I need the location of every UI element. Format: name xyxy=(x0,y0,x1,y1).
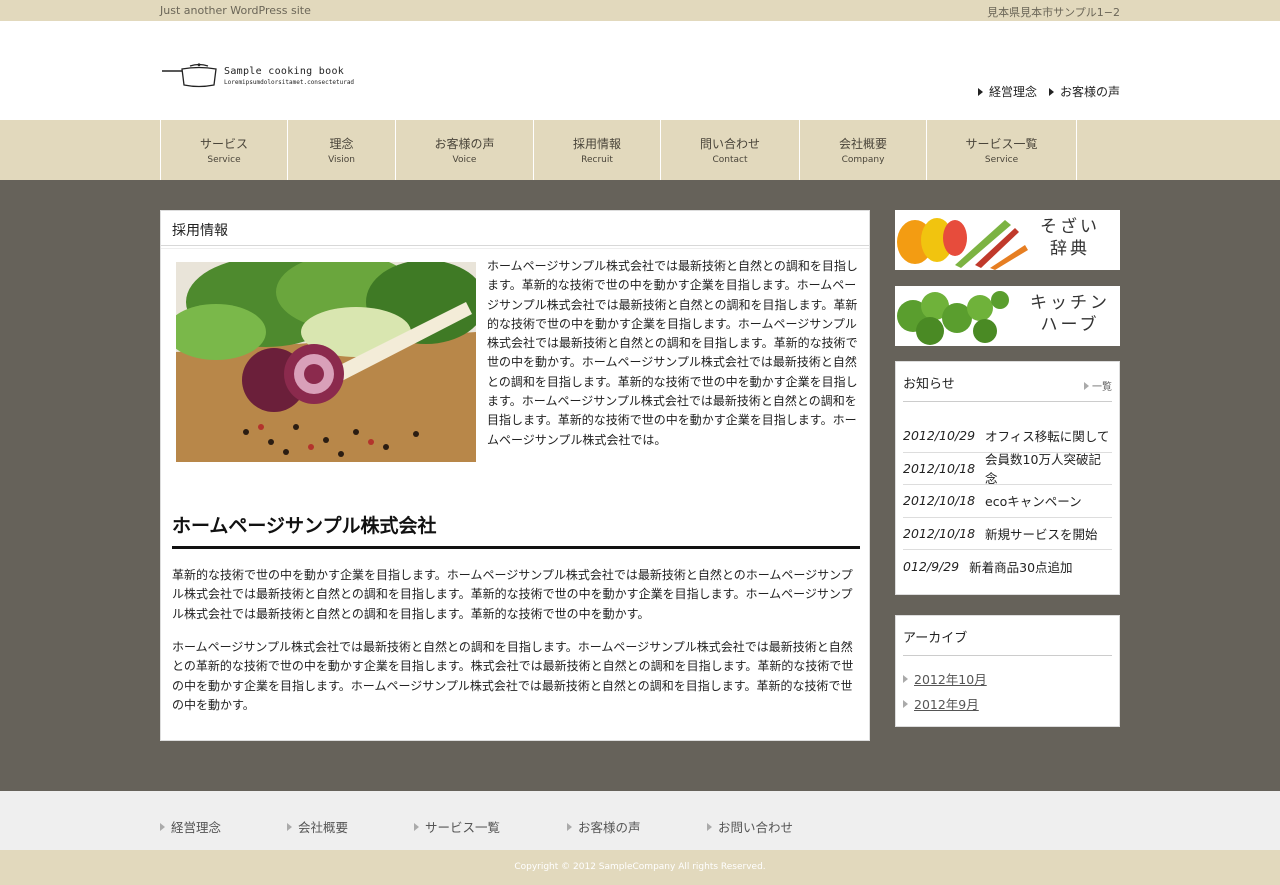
news-widget: お知らせ 一覧 2012/10/29 オフィス移転に関して 2012/10/18 会… xyxy=(895,361,1120,595)
vegetables-photo xyxy=(176,262,476,462)
body-paragraph-1: 革新的な技術で世の中を動かす企業を目指します。ホームページサンプル株式会社では最… xyxy=(172,568,853,621)
footer-link-label: 経営理念 xyxy=(171,820,222,835)
archive-title: アーカイブ xyxy=(903,631,968,646)
global-nav-bar: サービス Service 理念 Vision お客様の声 Voice 採用情報 Recr… xyxy=(0,120,1280,180)
nav-item-service-list[interactable]: サービス一覧 Service xyxy=(927,120,1077,180)
arrow-right-icon xyxy=(414,822,419,831)
news-date: 2012/10/18 xyxy=(903,525,976,541)
nav-sublabel: Vision xyxy=(328,155,355,165)
footer-nav: 経営理念 会社概要 サービス一覧 お客様の声 お問い合わせ xyxy=(160,817,847,836)
banner-label: そざい 辞典 xyxy=(1040,217,1100,259)
header-link-label: お客様の声 xyxy=(1059,85,1120,99)
nav-sublabel: Recruit xyxy=(581,155,613,165)
arrow-right-icon xyxy=(707,822,712,831)
section-heading: ホームページサンプル株式会社 xyxy=(172,511,860,549)
more-label: 一覧 xyxy=(1092,382,1112,393)
body-paragraph-2: ホームページサンプル株式会社では最新技術と自然との調和を目指します。ホームページ… xyxy=(172,640,854,713)
news-item[interactable]: 2012/10/18 会員数10万人突破記念 xyxy=(903,452,1112,486)
footer-link-label: お問い合わせ xyxy=(718,820,794,835)
news-title: オフィス移転に関して xyxy=(985,429,1110,445)
nav-sublabel: Service xyxy=(207,155,241,165)
logo-title: Sample cooking book xyxy=(224,66,345,77)
footer-nav-bar: 経営理念 会社概要 サービス一覧 お客様の声 お問い合わせ xyxy=(0,791,1280,850)
news-date: 2012/10/18 xyxy=(903,460,976,476)
global-nav: サービス Service 理念 Vision お客様の声 Voice 採用情報 Recr… xyxy=(160,120,1077,180)
news-item[interactable]: 2012/10/18 ecoキャンペーン xyxy=(903,485,1112,518)
nav-sublabel: Voice xyxy=(452,155,477,165)
nav-label: 問い合わせ xyxy=(699,137,760,151)
footer-link-philosophy[interactable]: 経営理念 xyxy=(160,817,287,836)
arrow-right-icon xyxy=(160,822,165,831)
arrow-right-icon xyxy=(903,699,908,708)
main-content: 採用情報 ホームページサンプル株式会社では最新技術と自然との調和を目指します。革… xyxy=(160,210,870,741)
footer-link-label: サービス一覧 xyxy=(425,820,501,835)
site-address: 見本県見本市サンプル1−2 xyxy=(987,6,1120,19)
nav-item-voice[interactable]: お客様の声 Voice xyxy=(396,120,534,180)
nav-label: 理念 xyxy=(329,137,354,151)
news-date: 2012/10/18 xyxy=(903,493,976,509)
news-title: 新着商品30点追加 xyxy=(969,559,1073,575)
news-title: 新規サービスを開始 xyxy=(985,526,1098,542)
archive-label: 2012年10月 xyxy=(914,672,987,687)
intro-text: ホームページサンプル株式会社では最新技術と自然との調和を目指します。革新的な技術… xyxy=(487,259,858,447)
arrow-right-icon xyxy=(977,87,983,96)
arrow-right-icon xyxy=(567,822,572,831)
nav-label: お客様の声 xyxy=(434,137,495,151)
nav-item-recruit[interactable]: 採用情報 Recruit xyxy=(534,120,661,180)
page-title: 採用情報 xyxy=(161,211,869,246)
archive-link[interactable]: 2012年10月 xyxy=(903,666,1112,691)
news-date: 012/9/29 xyxy=(903,558,960,574)
nav-label: サービス一覧 xyxy=(965,137,1038,151)
footer-link-voice[interactable]: お客様の声 xyxy=(567,817,707,836)
nav-label: 採用情報 xyxy=(572,137,621,151)
banner-herb[interactable]: キッチン ハーブ xyxy=(895,286,1120,346)
news-title: 会員数10万人突破記念 xyxy=(985,452,1101,487)
top-bar: Just another WordPress site 見本県見本市サンプル1−… xyxy=(0,0,1280,21)
copyright: Copyright © 2012 SampleCompany All right… xyxy=(0,850,1280,885)
footer-link-company[interactable]: 会社概要 xyxy=(287,817,414,836)
logo-subtitle: Loremipsumdolorsitamet.consecteturad xyxy=(224,79,355,86)
news-item[interactable]: 2012/10/29 オフィス移転に関して xyxy=(903,420,1112,453)
news-item[interactable]: 2012/10/18 新規サービスを開始 xyxy=(903,518,1112,550)
nav-sublabel: Contact xyxy=(712,155,748,165)
site-tagline: Just another WordPress site xyxy=(160,4,311,17)
banner-label: キッチン ハーブ xyxy=(1030,293,1110,335)
news-date: 2012/10/29 xyxy=(903,428,976,444)
nav-sublabel: Company xyxy=(841,155,885,165)
header-links: 経営理念 お客様の声 xyxy=(977,83,1120,100)
nav-item-service[interactable]: サービス Service xyxy=(161,120,288,180)
arrow-right-icon xyxy=(1048,87,1054,96)
arrow-right-icon xyxy=(903,674,908,683)
archive-widget: アーカイブ 2012年10月 2012年9月 xyxy=(895,615,1120,727)
archive-label: 2012年9月 xyxy=(914,697,979,712)
news-item[interactable]: 012/9/29 新着商品30点追加 xyxy=(903,550,1112,583)
header-link-voice[interactable]: お客様の声 xyxy=(1048,83,1120,100)
nav-label: サービス xyxy=(199,137,248,151)
site-logo[interactable]: Sample cooking book Loremipsumdolorsitam… xyxy=(160,51,360,101)
footer-link-contact[interactable]: お問い合わせ xyxy=(707,817,847,836)
nav-item-vision[interactable]: 理念 Vision xyxy=(288,120,396,180)
site-header: Sample cooking book Loremipsumdolorsitam… xyxy=(0,21,1280,120)
footer-link-label: お客様の声 xyxy=(578,820,641,835)
nav-item-company[interactable]: 会社概要 Company xyxy=(800,120,927,180)
archive-link[interactable]: 2012年9月 xyxy=(903,691,1112,716)
header-link-philosophy[interactable]: 経営理念 xyxy=(977,83,1037,100)
banner-sozai[interactable]: そざい 辞典 xyxy=(895,210,1120,270)
nav-item-contact[interactable]: 問い合わせ Contact xyxy=(661,120,800,180)
footer-link-label: 会社概要 xyxy=(298,820,349,835)
arrow-right-icon xyxy=(1084,381,1089,390)
nav-sublabel: Service xyxy=(984,155,1019,165)
news-title: ecoキャンペーン xyxy=(985,494,1082,510)
nav-label: 会社概要 xyxy=(838,137,887,151)
header-link-label: 経営理念 xyxy=(988,85,1037,99)
news-more-link[interactable]: 一覧 xyxy=(1084,378,1112,397)
news-title: お知らせ xyxy=(903,377,955,392)
title-divider xyxy=(161,246,869,249)
arrow-right-icon xyxy=(287,822,292,831)
footer-link-service-list[interactable]: サービス一覧 xyxy=(414,817,567,836)
cooking-pot-icon xyxy=(162,63,217,88)
